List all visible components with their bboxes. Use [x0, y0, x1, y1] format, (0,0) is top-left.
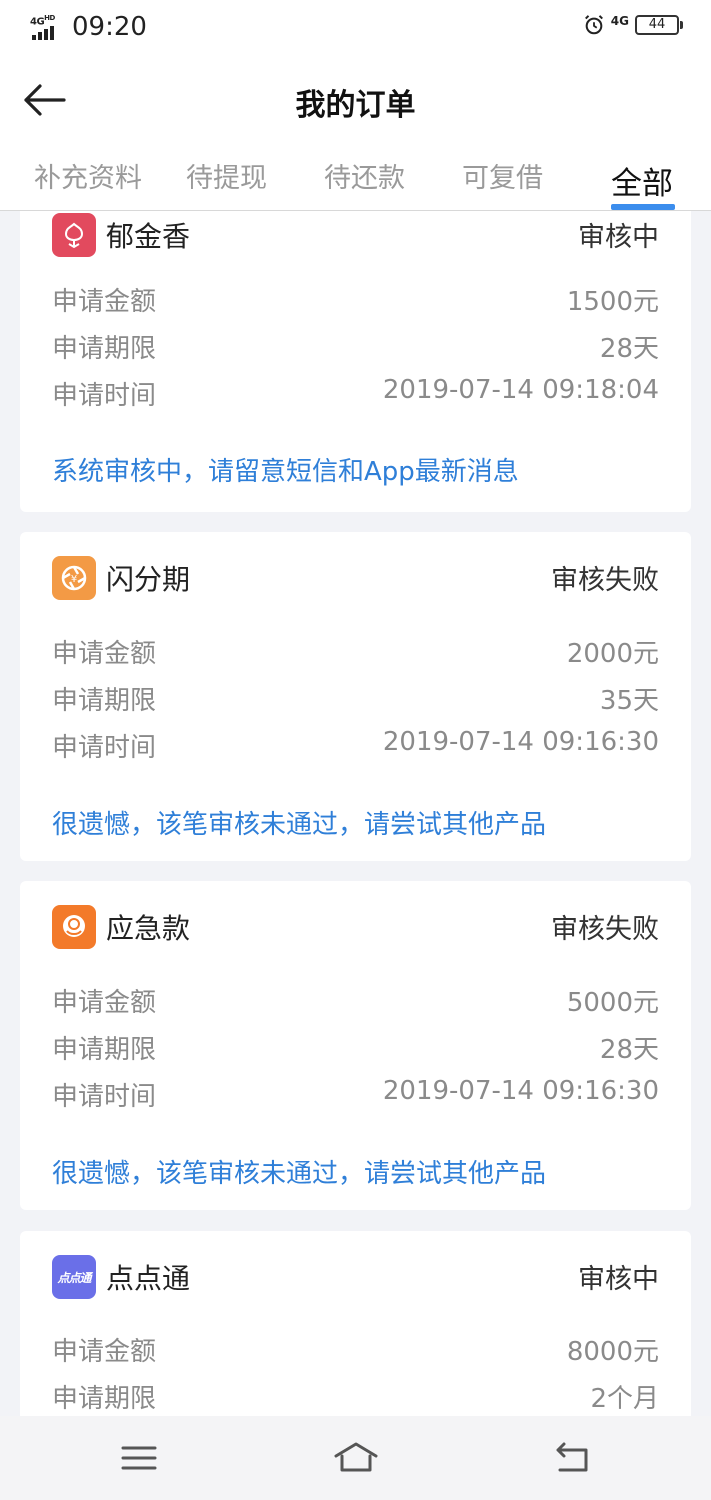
page-title: 我的订单 — [295, 88, 416, 123]
order-card[interactable]: 应急款 审核失败 申请金额 5000元 申请期限 28天 申请时间 2019-0… — [20, 881, 691, 1210]
detail-row: 申请金额 1500元 — [52, 287, 659, 317]
product-name: 点点通 — [106, 1262, 191, 1295]
detail-row: 申请金额 8000元 — [52, 1337, 659, 1367]
order-tabs: 补充资料 待提现 待还款 可复借 全部 — [0, 144, 711, 211]
status-badge: 审核失败 — [551, 565, 659, 596]
order-note: 很遗憾，该笔审核未通过，请尝试其他产品 — [52, 1159, 547, 1189]
alarm-icon — [584, 15, 603, 35]
tulip-logo-icon — [52, 213, 96, 257]
yuan-logo-icon: ¥ — [52, 556, 96, 600]
order-card[interactable]: 郁金香 审核中 申请金额 1500元 申请期限 28天 申请时间 2019-07… — [20, 211, 691, 512]
status-badge: 审核失败 — [551, 914, 659, 945]
diandiantong-logo-icon: 点点通 — [52, 1255, 96, 1299]
tab-pending-repay[interactable]: 待还款 — [324, 156, 405, 195]
home-icon[interactable] — [332, 1436, 380, 1480]
detail-row: 申请时间 2019-07-14 09:18:04 — [52, 375, 659, 411]
order-list: 郁金香 审核中 申请金额 1500元 申请期限 28天 申请时间 2019-07… — [0, 211, 711, 1416]
tab-supplement[interactable]: 补充资料 — [34, 156, 142, 195]
detail-row: 申请时间 2019-07-14 09:16:30 — [52, 1076, 659, 1112]
product-name: 应急款 — [106, 912, 191, 945]
detail-row: 申请时间 2019-07-14 09:16:30 — [52, 727, 659, 763]
status-badge: 审核中 — [578, 1264, 659, 1295]
order-card[interactable]: ¥ 闪分期 审核失败 申请金额 2000元 申请期限 35天 申请时间 2019… — [20, 532, 691, 861]
detail-row: 申请金额 2000元 — [52, 639, 659, 669]
system-nav-bar — [0, 1416, 711, 1500]
detail-row: 申请期限 28天 — [52, 1035, 659, 1065]
active-tab-indicator — [611, 204, 675, 210]
menu-icon[interactable] — [115, 1436, 163, 1480]
status-badge: 审核中 — [578, 222, 659, 253]
status-bar: 4GHD 09:20 4G 44 — [0, 0, 711, 58]
detail-row: 申请期限 28天 — [52, 334, 659, 364]
clock: 09:20 — [72, 12, 147, 42]
back-nav-icon[interactable] — [548, 1436, 596, 1480]
detail-row: 申请期限 2个月 — [52, 1384, 659, 1414]
cell-network-label: 4G — [610, 14, 629, 28]
battery-icon: 44 — [635, 15, 683, 35]
header: 我的订单 — [0, 58, 711, 144]
tab-all[interactable]: 全部 — [611, 158, 673, 203]
detail-row: 申请金额 5000元 — [52, 988, 659, 1018]
coin-logo-icon — [52, 905, 96, 949]
order-note: 很遗憾，该笔审核未通过，请尝试其他产品 — [52, 810, 547, 840]
order-card[interactable]: 点点通 点点通 审核中 申请金额 8000元 申请期限 2个月 — [20, 1231, 691, 1416]
tab-pending-withdraw[interactable]: 待提现 — [186, 156, 267, 195]
tab-reborrow[interactable]: 可复借 — [462, 156, 543, 195]
order-note: 系统审核中，请留意短信和App最新消息 — [52, 457, 519, 487]
signal-icon: 4GHD — [30, 14, 66, 42]
product-name: 郁金香 — [106, 220, 191, 253]
product-name: 闪分期 — [106, 563, 191, 596]
detail-row: 申请期限 35天 — [52, 686, 659, 716]
svg-text:¥: ¥ — [71, 574, 77, 585]
